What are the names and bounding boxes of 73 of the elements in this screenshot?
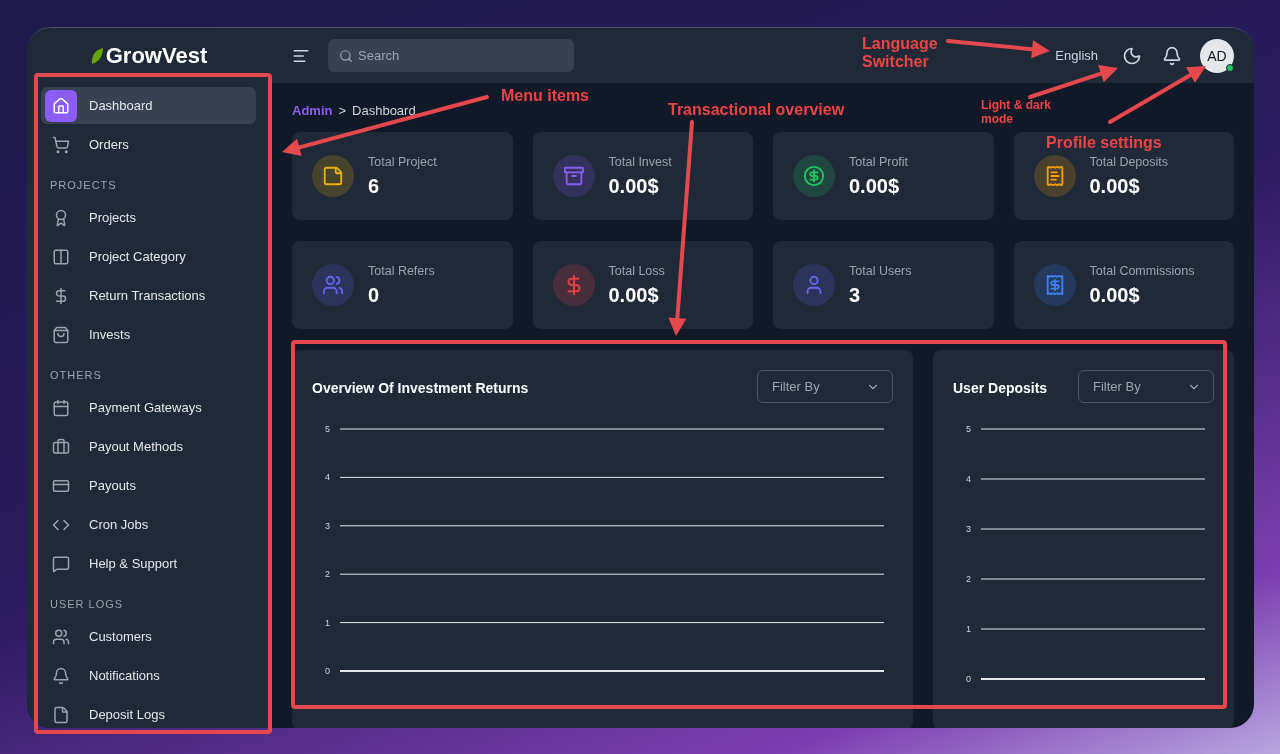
annotation-label: Menu items [501, 87, 590, 106]
stat-value: 3 [849, 283, 862, 307]
gridline-label: 4 [325, 472, 330, 483]
gridline-label: 3 [325, 520, 330, 531]
chart-title: Overview Of Investment Returns [312, 380, 529, 396]
sidebar-item[interactable]: Payouts [41, 467, 256, 504]
stat-label: Total Commissions [1089, 263, 1195, 278]
gridline-label: 0 [966, 674, 971, 684]
sidebar-item-icon [52, 96, 70, 115]
stat-value: 0.00$ [608, 283, 660, 307]
sidebar-item[interactable]: Invests [41, 316, 256, 353]
sidebar-section-heading: PROJECTS [49, 178, 118, 193]
annotation-label: Language Switcher [862, 35, 939, 72]
sidebar-item-icon [52, 325, 70, 344]
stat-label: Total Project [368, 154, 437, 169]
leaf-icon [89, 46, 104, 65]
sidebar-item[interactable]: Payment Gateways [41, 389, 256, 426]
sidebar-section-heading: OTHERS [49, 368, 103, 383]
sidebar-item-icon [52, 247, 70, 266]
avatar[interactable]: AD [1200, 38, 1234, 73]
sidebar-item-icon [52, 554, 70, 573]
sidebar-item[interactable]: Dashboard [41, 87, 256, 124]
stat-label: Total Invest [608, 154, 672, 169]
sidebar-item-icon [52, 666, 70, 685]
breadcrumb-separator: > [338, 103, 347, 118]
annotation-label: Transactional overview [668, 101, 846, 120]
gridline-label: 1 [966, 624, 971, 634]
language-switcher[interactable]: English [1049, 47, 1104, 64]
sidebar-item-icon [52, 437, 70, 456]
sidebar-item[interactable]: Help & Support [41, 545, 256, 582]
gridline-label: 2 [966, 574, 971, 584]
gridline-label: 4 [966, 474, 971, 484]
stat-value: 6 [368, 174, 381, 198]
sidebar-item[interactable]: Customers [41, 618, 256, 655]
brand-logo-text: GrowVest [105, 42, 208, 69]
gridline-label: 2 [325, 569, 330, 580]
sidebar-item[interactable]: Project Category [41, 238, 256, 275]
gridline-label: 5 [325, 424, 330, 434]
stat-label: Total Refers [368, 263, 435, 278]
stat-value: 0.00$ [608, 174, 660, 198]
sidebar-item-icon [52, 627, 70, 646]
filter-dropdown[interactable]: Filter By [757, 370, 893, 403]
sidebar-item[interactable]: Cron Jobs [41, 506, 256, 543]
sidebar-item-icon [52, 398, 70, 417]
sidebar-item-icon [52, 705, 70, 724]
stat-label: Total Deposits [1089, 154, 1168, 169]
chart-title: User Deposits [953, 380, 1048, 396]
stat-value: 0.00$ [1089, 174, 1141, 198]
sidebar-item-icon [52, 135, 70, 154]
stat-value: 0.00$ [1089, 283, 1141, 307]
stat-label: Total Loss [608, 263, 665, 278]
stat-value: 0.00$ [849, 174, 901, 198]
stat-value: 0 [368, 283, 381, 307]
search-icon [339, 49, 353, 63]
annotation-label: Light & dark mode [981, 99, 1052, 127]
filter-dropdown[interactable]: Filter By [1078, 370, 1214, 403]
annotation-label: Profile settings [1046, 134, 1163, 153]
sidebar-item[interactable]: Payout Methods [41, 428, 256, 465]
sidebar-item[interactable]: Projects [41, 199, 256, 236]
gridline-label: 5 [966, 424, 971, 434]
gridline-label: 3 [966, 524, 971, 534]
sidebar-item[interactable]: Deposit Logs [41, 696, 256, 728]
sidebar-item[interactable]: Notifications [41, 657, 256, 694]
search-field[interactable]: Search [328, 39, 574, 72]
gridline-label: 0 [325, 666, 330, 676]
sidebar-section-heading: USER LOGS [49, 597, 125, 612]
stat-label: Total Users [849, 263, 912, 278]
sidebar-item[interactable]: Orders [41, 126, 256, 163]
sidebar-item[interactable]: Return Transactions [41, 277, 256, 314]
gridline-label: 1 [325, 617, 330, 628]
breadcrumb-link[interactable]: Dashboard [352, 103, 416, 118]
breadcrumb-link[interactable]: Admin [292, 103, 333, 118]
stat-label: Total Profit [849, 154, 909, 169]
